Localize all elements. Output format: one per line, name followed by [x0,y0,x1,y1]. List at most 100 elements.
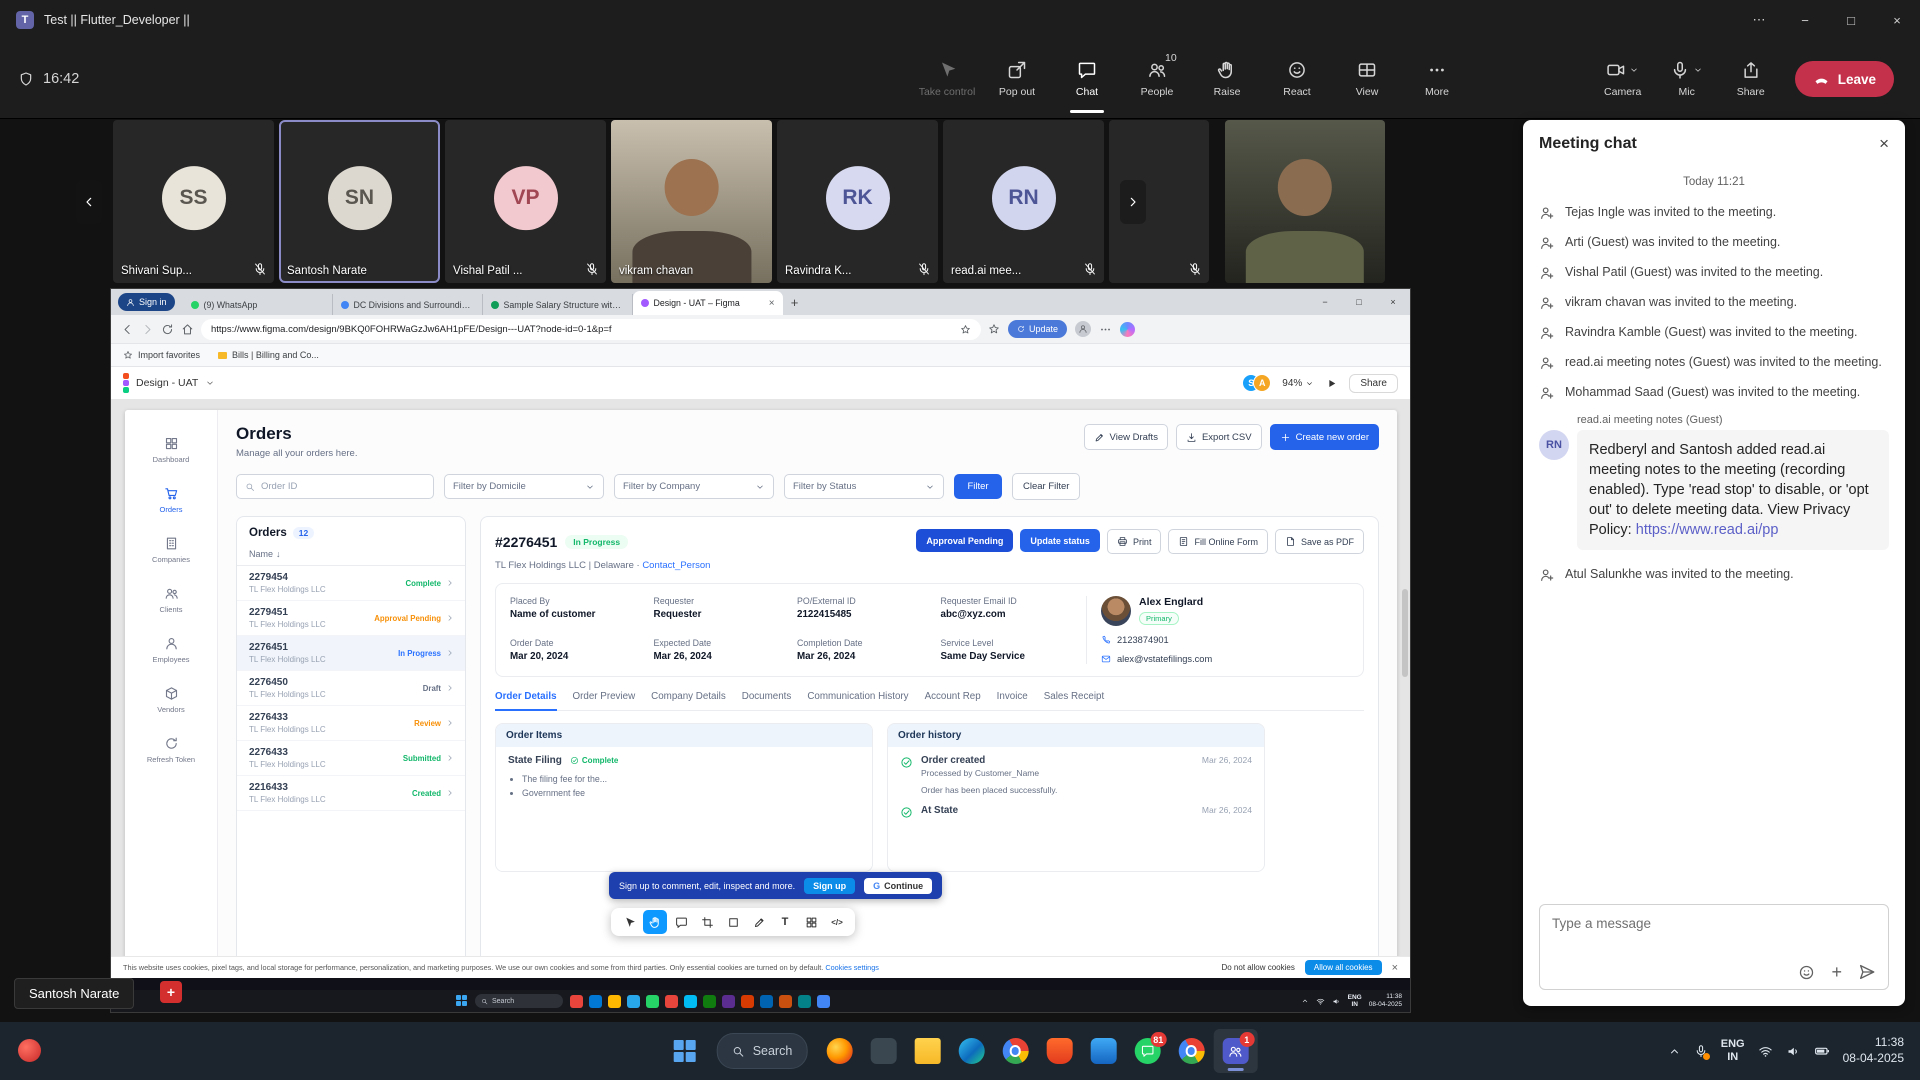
browser-tab-dc-divisions-and-surroundings[interactable]: DC Divisions and Surroundings [333,294,483,315]
sidebar-item-refresh-token[interactable]: Refresh Token [132,726,210,773]
home-button[interactable] [181,323,194,336]
emoji-button[interactable] [1798,964,1815,981]
taskbar-edge[interactable] [949,1029,993,1073]
taskbar-search[interactable]: Search [717,1033,808,1069]
address-bar[interactable]: https://www.figma.com/design/9BKQ0FOHRWa… [201,319,981,340]
tab-communication-history[interactable]: Communication History [807,691,908,710]
toolbar-more-button[interactable]: More [1402,40,1472,118]
wifi-icon[interactable] [1758,1044,1773,1059]
fill-online-form-button[interactable]: Fill Online Form [1168,529,1268,554]
view-drafts-button[interactable]: View Drafts [1084,424,1168,450]
gallery-next-button[interactable] [1120,180,1146,224]
present-button[interactable] [1325,377,1338,390]
shared-screen[interactable]: Sign in (9) WhatsApp DC Divisions and Su… [110,288,1411,1013]
tab-company-details[interactable]: Company Details [651,691,726,710]
browser-update-button[interactable]: Update [1008,320,1067,338]
figma-tool-code[interactable]: </> [825,910,849,934]
taskbar-teams[interactable]: 1 [1213,1029,1257,1073]
zoom-control[interactable]: 94% [1282,378,1314,389]
tab-documents[interactable]: Documents [742,691,792,710]
refresh-button[interactable] [161,323,174,336]
approval-pending-button[interactable]: Approval Pending [916,529,1013,552]
browser-maximize-button[interactable]: □ [1342,289,1376,315]
order-row-2276450[interactable]: 2276450TL Flex Holdings LLC Draft [237,671,465,706]
filter-by-status-select[interactable]: Filter by Status [784,474,944,499]
battery-icon[interactable] [1814,1043,1830,1059]
allow-cookies-button[interactable]: Allow all cookies [1305,960,1382,975]
create-new-order-button[interactable]: Create new order [1270,424,1379,450]
google-continue-button[interactable]: G Continue [864,878,932,894]
chat-messages[interactable]: Today 11:21Tejas Ingle was invited to th… [1523,168,1905,894]
cookie-settings-link[interactable]: Cookies settings [825,963,879,972]
taskbar-whatsapp[interactable]: 81 [1125,1029,1169,1073]
save-as-pdf-button[interactable]: Save as PDF [1275,529,1364,554]
bookmark-star-icon[interactable] [960,324,971,335]
print-button[interactable]: Print [1107,529,1162,554]
sidebar-item-employees[interactable]: Employees [132,626,210,673]
tab-sales-receipt[interactable]: Sales Receipt [1044,691,1104,710]
order-id-search[interactable]: Order ID [236,474,434,499]
filter-button[interactable]: Filter [954,474,1002,499]
participant-tile-shivani-sup[interactable]: SS Shivani Sup... [113,120,274,283]
tab-order-details[interactable]: Order Details [495,691,557,711]
tab-invoice[interactable]: Invoice [997,691,1028,710]
volume-icon[interactable] [1786,1044,1801,1059]
back-button[interactable] [121,323,134,336]
toolbar-pop-out-button[interactable]: Pop out [982,40,1052,118]
browser-close-button[interactable]: × [1376,289,1410,315]
deny-cookies-button[interactable]: Do not allow cookies [1221,963,1294,972]
window-close-button[interactable]: × [1874,0,1920,40]
figma-tool-text[interactable]: T [773,910,797,934]
order-row-2276433[interactable]: 2276433TL Flex Holdings LLC Submitted [237,741,465,776]
sign-up-button[interactable]: Sign up [804,878,855,894]
sidebar-item-clients[interactable]: Clients [132,576,210,623]
scrollbar[interactable] [1402,420,1408,948]
filter-by-domicile-select[interactable]: Filter by Domicile [444,474,604,499]
gallery-prev-button[interactable] [76,180,102,224]
toolbar-people-button[interactable]: 10 People [1122,40,1192,118]
toolbar-share-button[interactable]: Share [1721,40,1781,118]
update-status-button[interactable]: Update status [1020,529,1100,552]
tab-order-preview[interactable]: Order Preview [573,691,636,710]
participant-tile-ravindra-k[interactable]: RK Ravindra K... [777,120,938,283]
chevron-down-icon[interactable] [1629,65,1639,75]
leave-button[interactable]: Leave [1795,61,1894,97]
chat-close-button[interactable]: × [1879,134,1889,154]
send-button[interactable] [1858,963,1876,981]
taskbar-blue-app[interactable] [1081,1029,1125,1073]
language-indicator[interactable]: ENGIN [1721,1038,1745,1064]
toolbar-view-button[interactable]: View [1332,40,1402,118]
forward-button[interactable] [141,323,154,336]
clear-filter-button[interactable]: Clear Filter [1012,473,1080,500]
message-input[interactable]: Type a message + [1539,904,1889,990]
figma-tool-comment[interactable] [669,910,693,934]
figma-logo-icon[interactable] [123,373,129,393]
order-row-2276433[interactable]: 2276433TL Flex Holdings LLC Review [237,706,465,741]
taskbar-chrome-profile-2[interactable] [1169,1029,1213,1073]
browser-tab-9-whatsapp[interactable]: (9) WhatsApp [183,294,333,315]
clock[interactable]: 11:3808-04-2025 [1843,1035,1904,1066]
window-minimize-button[interactable]: − [1782,0,1828,40]
window-more-button[interactable]: ⋯ [1736,0,1782,40]
browser-profile-button[interactable]: Sign in [118,293,175,311]
copilot-icon[interactable] [1120,322,1135,337]
sidebar-item-orders[interactable]: Orders [132,476,210,523]
meeting-info[interactable]: 16:42 [18,40,79,118]
toolbar-take-control-button[interactable]: Take control [912,40,982,118]
tab-account-rep[interactable]: Account Rep [925,691,981,710]
toolbar-chat-button[interactable]: Chat [1052,40,1122,118]
order-row-2216433[interactable]: 2216433TL Flex Holdings LLC Created [237,776,465,811]
tab-close-icon[interactable]: × [769,298,775,309]
export-csv-button[interactable]: Export CSV [1176,424,1262,450]
taskbar-file-explorer[interactable] [905,1029,949,1073]
bookmark-bills-billing[interactable]: Bills | Billing and Co... [218,350,319,360]
presenter-add-button[interactable]: + [160,981,182,1003]
participant-tile-santosh-narate[interactable]: SN Santosh Narate [279,120,440,283]
toolbar-mic-button[interactable]: Mic [1657,40,1717,118]
participant-tile-vikram-chavan[interactable]: vikram chavan [611,120,772,283]
order-row-2279451[interactable]: 2279451TL Flex Holdings LLC Approval Pen… [237,601,465,636]
widgets-button[interactable] [18,1039,41,1062]
mic-in-use-icon[interactable] [1694,1044,1708,1058]
taskbar-chrome[interactable] [993,1029,1037,1073]
profile-avatar[interactable] [1075,321,1091,337]
